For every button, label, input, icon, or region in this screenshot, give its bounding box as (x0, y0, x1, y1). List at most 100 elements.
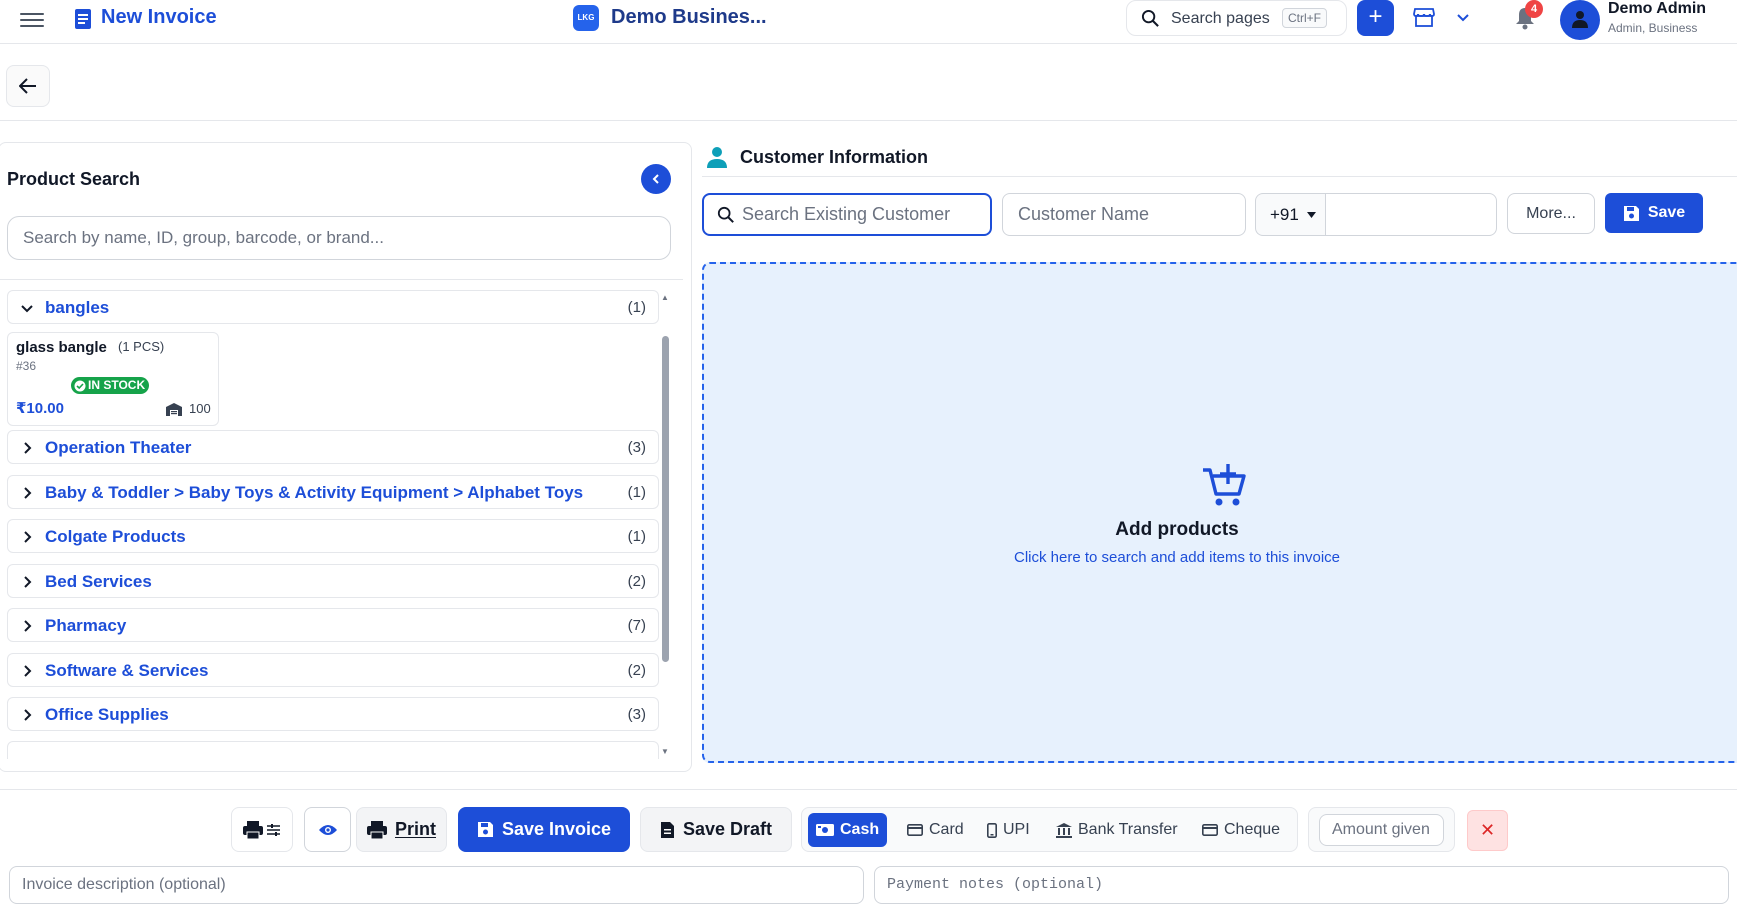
print-label: Print (394, 819, 436, 839)
chevron-left-icon (652, 174, 659, 184)
category-row-software-services[interactable]: Software & Services (2) (7, 653, 659, 687)
store-icon[interactable] (1413, 7, 1435, 27)
payment-upi[interactable]: UPI (979, 813, 1038, 847)
category-name: Office Supplies (45, 705, 169, 724)
search-pages-button[interactable]: Search pages Ctrl+F (1126, 0, 1347, 36)
category-row-operation-theater[interactable]: Operation Theater (3) (7, 430, 659, 464)
product-card[interactable]: glass bangle (1 PCS) #36 IN STOCK ₹10.00… (7, 332, 219, 426)
category-count: (2) (627, 662, 646, 679)
product-search-panel: Product Search bangles (1) glass bangle … (0, 142, 692, 772)
save-draft-label: Save Draft (682, 819, 773, 839)
category-row-bangles[interactable]: bangles (1) (7, 290, 659, 324)
category-row-partial[interactable] (7, 741, 659, 759)
chevron-down-icon[interactable] (1455, 9, 1471, 25)
customer-search-input[interactable] (742, 204, 982, 225)
page-title: New Invoice (101, 6, 217, 28)
category-name: bangles (45, 298, 110, 317)
add-products-subtitle: Click here to search and add items to th… (1014, 549, 1340, 566)
payment-card[interactable]: Card (899, 813, 972, 847)
search-icon (717, 206, 734, 223)
add-cart-icon (1203, 464, 1246, 506)
caret-down-icon (1307, 212, 1316, 218)
scrollbar-thumb[interactable] (662, 336, 669, 662)
user-icon (1572, 11, 1588, 28)
more-button[interactable]: More... (1507, 193, 1595, 234)
chevron-right-icon (24, 576, 32, 588)
bank-icon (1056, 822, 1072, 838)
back-button[interactable] (6, 65, 50, 107)
payment-label: Card (929, 821, 964, 838)
add-products-dropzone[interactable]: Add products Click here to search and ad… (702, 262, 1737, 763)
category-count: (3) (627, 706, 646, 723)
category-row-office-supplies[interactable]: Office Supplies (3) (7, 697, 659, 731)
category-count: (2) (627, 573, 646, 590)
business-name[interactable]: Demo Busines... (611, 6, 767, 29)
save-draft-button[interactable]: Save Draft (640, 807, 792, 852)
customer-name-field[interactable] (1002, 193, 1246, 236)
menu-icon[interactable] (20, 9, 44, 29)
save-invoice-button[interactable]: Save Invoice (458, 807, 630, 852)
amount-given-input[interactable] (1319, 814, 1444, 846)
document-icon (660, 821, 674, 838)
category-name: Bed Services (45, 572, 152, 591)
invoice-action-bar: Print Save Invoice Save Draft Cash Card … (0, 789, 1737, 910)
payment-label: Bank Transfer (1078, 821, 1178, 838)
chevron-right-icon (24, 665, 32, 677)
notification-badge: 4 (1525, 0, 1543, 18)
printer-settings-icon (243, 820, 280, 839)
customer-information-title: Customer Information (740, 147, 929, 167)
save-icon (1623, 205, 1639, 221)
scroll-up-arrow[interactable]: ▲ (661, 293, 669, 302)
add-new-button[interactable]: + (1357, 0, 1394, 36)
category-row-bed-services[interactable]: Bed Services (2) (7, 564, 659, 598)
product-id: #36 (16, 359, 37, 373)
product-quantity: 100 (189, 401, 211, 416)
save-customer-button[interactable]: Save (1605, 193, 1703, 233)
arrow-left-icon (19, 78, 36, 94)
mobile-icon (987, 822, 997, 838)
stock-label: IN STOCK (88, 378, 146, 392)
category-row-pharmacy[interactable]: Pharmacy (7) (7, 608, 659, 642)
chevron-right-icon (24, 531, 32, 543)
check-circle-icon (74, 380, 86, 391)
search-icon (1141, 9, 1159, 27)
category-count: (7) (627, 617, 646, 634)
payment-cheque[interactable]: Cheque (1194, 813, 1288, 847)
customer-search-field[interactable] (702, 193, 992, 236)
product-search-input[interactable] (7, 216, 671, 260)
payment-label: Cheque (1224, 821, 1281, 838)
print-button[interactable]: Print (356, 807, 447, 852)
chevron-right-icon (24, 709, 32, 721)
eye-icon (318, 824, 337, 835)
avatar[interactable] (1560, 0, 1600, 40)
phone-input[interactable] (1325, 193, 1497, 236)
add-products-title: Add products (1115, 519, 1239, 540)
payment-notes-input[interactable] (874, 866, 1729, 904)
customer-name-input[interactable] (1018, 204, 1218, 225)
print-settings-button[interactable] (231, 807, 293, 852)
card-icon (907, 824, 923, 836)
cash-icon (816, 824, 834, 836)
country-code-value: +91 (1270, 205, 1299, 224)
search-shortcut: Ctrl+F (1282, 8, 1327, 28)
category-row-colgate-products[interactable]: Colgate Products (1) (7, 519, 659, 553)
payment-bank-transfer[interactable]: Bank Transfer (1048, 813, 1186, 847)
invoice-icon (75, 9, 91, 29)
invoice-description-input[interactable] (9, 866, 864, 904)
sub-toolbar (0, 45, 1737, 121)
collapse-panel-button[interactable] (641, 164, 671, 194)
user-icon (707, 147, 727, 168)
save-label: Save (1647, 204, 1686, 221)
preview-button[interactable] (304, 807, 351, 852)
category-name: Pharmacy (45, 616, 127, 635)
printer-icon (366, 820, 387, 839)
clear-button[interactable]: ✕ (1467, 810, 1508, 851)
amount-given-wrap (1308, 807, 1455, 852)
scroll-down-arrow[interactable]: ▼ (661, 747, 669, 756)
category-name: Operation Theater (45, 438, 192, 457)
chevron-right-icon (24, 620, 32, 632)
country-code-select[interactable]: +91 (1255, 193, 1326, 236)
category-row-alphabet-toys[interactable]: Baby & Toddler > Baby Toys & Activity Eq… (7, 475, 659, 509)
category-count: (1) (627, 484, 646, 501)
payment-cash[interactable]: Cash (808, 813, 888, 847)
